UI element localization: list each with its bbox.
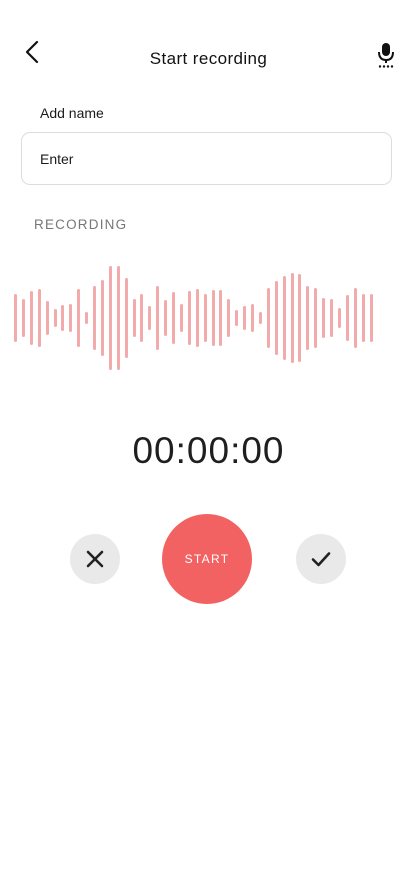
waveform-bar bbox=[61, 305, 65, 331]
waveform-bar bbox=[330, 298, 333, 338]
waveform-bar bbox=[266, 287, 270, 349]
top-bar: Start recording bbox=[0, 30, 417, 86]
audio-waveform bbox=[0, 255, 417, 385]
check-icon bbox=[311, 552, 331, 567]
cancel-button[interactable] bbox=[70, 534, 120, 584]
waveform-bar bbox=[124, 278, 128, 358]
waveform-bar bbox=[132, 299, 136, 337]
name-input[interactable] bbox=[40, 133, 370, 184]
waveform-bar bbox=[69, 303, 73, 333]
name-field[interactable] bbox=[21, 132, 392, 185]
waveform-bar bbox=[29, 291, 33, 345]
waveform-bar bbox=[290, 273, 294, 363]
waveform-bar bbox=[100, 279, 104, 357]
recording-section-label: RECORDING bbox=[34, 217, 128, 232]
microphone-icon bbox=[378, 43, 394, 68]
waveform-bar bbox=[211, 290, 215, 346]
start-button[interactable]: START bbox=[162, 514, 252, 604]
waveform-bar bbox=[148, 306, 152, 330]
waveform-bar bbox=[195, 289, 199, 347]
waveform-bar bbox=[179, 303, 183, 333]
waveform-bar bbox=[337, 308, 341, 328]
name-field-label: Add name bbox=[40, 105, 104, 121]
waveform-bar bbox=[282, 276, 286, 360]
waveform-bar bbox=[345, 294, 349, 342]
waveform-bar bbox=[251, 303, 254, 333]
microphone-button[interactable] bbox=[374, 40, 398, 70]
waveform-bar bbox=[85, 311, 89, 325]
waveform-bar bbox=[37, 289, 41, 347]
waveform-bar bbox=[274, 280, 278, 356]
waveform-bar bbox=[306, 286, 310, 350]
waveform-bar bbox=[140, 293, 144, 343]
waveform-bar bbox=[108, 266, 112, 370]
waveform-bar bbox=[235, 309, 239, 327]
waveform-bar bbox=[314, 287, 318, 349]
waveform-bar bbox=[298, 274, 302, 362]
waveform-bar bbox=[116, 265, 120, 371]
waveform-bar bbox=[14, 294, 17, 342]
waveform-bar bbox=[156, 286, 160, 350]
waveform-bar bbox=[187, 291, 191, 345]
start-button-label: START bbox=[184, 552, 230, 566]
waveform-bar bbox=[353, 287, 357, 349]
confirm-button[interactable] bbox=[296, 534, 346, 584]
waveform-bar bbox=[203, 293, 207, 343]
waveform-bar bbox=[219, 290, 223, 346]
waveform-bar bbox=[322, 297, 326, 339]
waveform-bar bbox=[227, 298, 231, 338]
waveform-bar bbox=[243, 306, 247, 330]
waveform-bar bbox=[77, 289, 81, 347]
waveform-bar bbox=[164, 300, 168, 336]
waveform-bar bbox=[258, 311, 262, 325]
waveform-bar bbox=[369, 294, 373, 342]
waveform-bar bbox=[172, 292, 175, 344]
waveform-bar bbox=[21, 299, 25, 337]
waveform-bar bbox=[361, 293, 365, 343]
waveform-bar bbox=[93, 286, 96, 350]
waveform-bar bbox=[53, 309, 57, 327]
close-icon bbox=[86, 550, 104, 568]
page-title: Start recording bbox=[149, 49, 268, 68]
waveform-bar bbox=[45, 300, 49, 336]
recording-timer: 00:00:00 bbox=[132, 430, 285, 471]
